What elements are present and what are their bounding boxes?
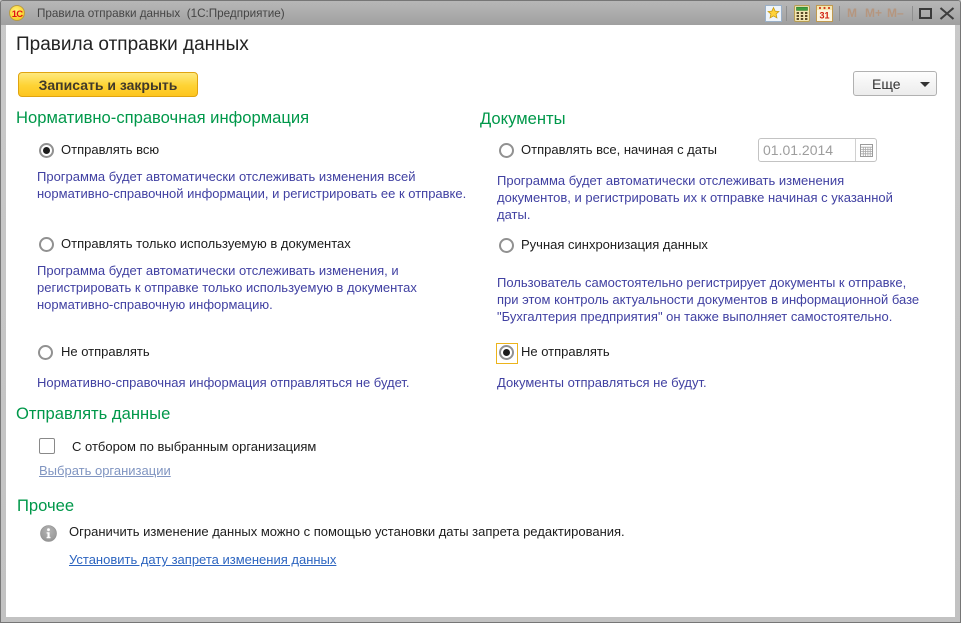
svg-text:31: 31 [819, 11, 829, 21]
